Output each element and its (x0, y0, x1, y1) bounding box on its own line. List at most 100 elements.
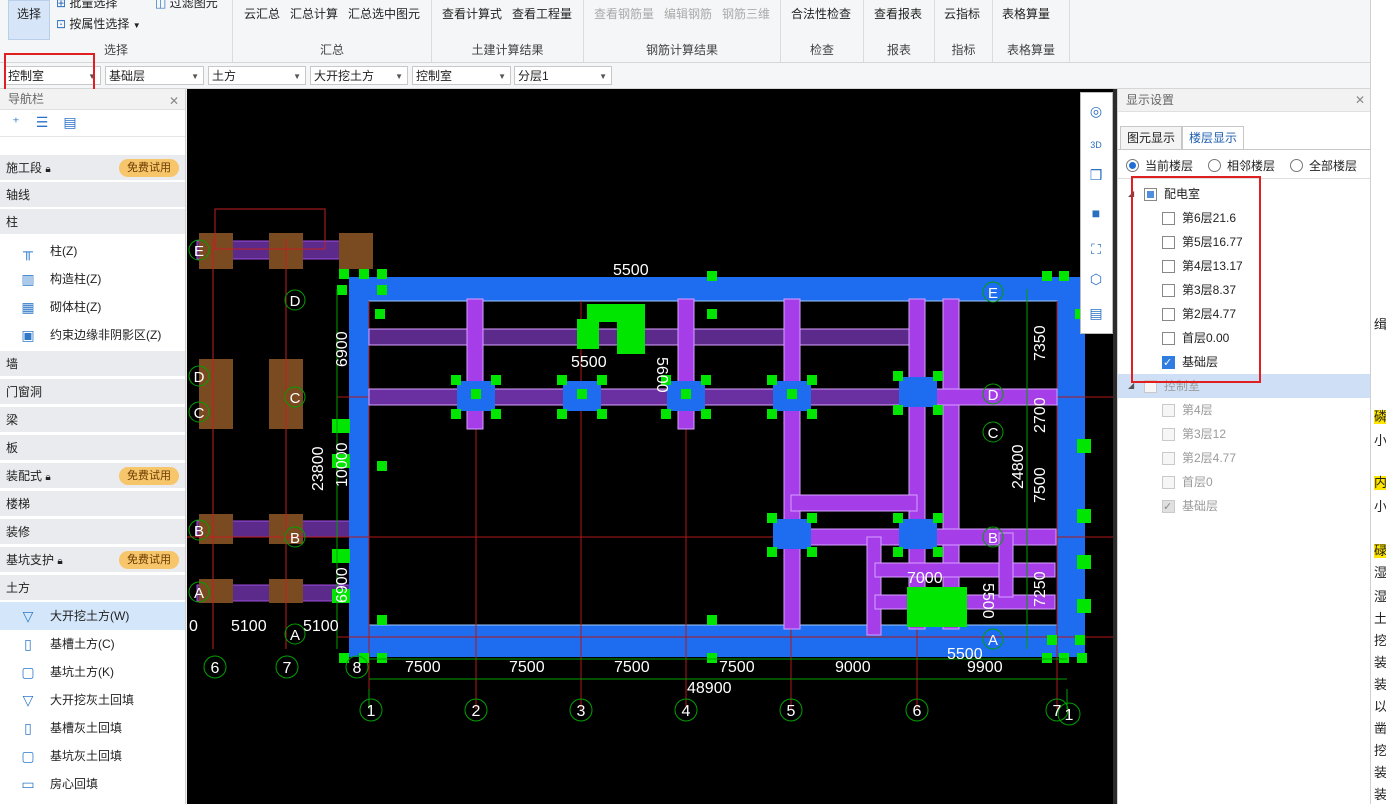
filter-element-button[interactable]: ◫ 过滤图元 (155, 0, 218, 11)
tree-floor-row[interactable]: 基础层 (1118, 494, 1371, 519)
nav-title: 导航栏 ✕ (0, 89, 185, 110)
span-label: 7500 (405, 659, 441, 676)
orbit-icon[interactable]: ◎ (1086, 101, 1106, 121)
left-span-label: 0 (189, 618, 198, 635)
list-icon[interactable]: ☰ (34, 114, 50, 130)
view-report-button[interactable]: 查看报表 (874, 5, 922, 22)
view-rebar-button[interactable]: 查看钢筋量 (594, 5, 654, 22)
tree-floor-row[interactable]: 第3层12 (1118, 422, 1371, 446)
summary-calc-button[interactable]: 汇总计算 (290, 5, 338, 22)
tree-floor-row[interactable]: 首层0 (1118, 470, 1371, 494)
span-label: 9000 (835, 659, 871, 676)
lock-icon: 🔒︎ (45, 164, 51, 175)
nav-item-trench-backfill[interactable]: ▯ 基槽灰土回填 (0, 714, 185, 742)
attribute-select-button[interactable]: ⊡ 按属性选择 ▼ (56, 15, 141, 32)
cloud-summary-button[interactable]: 云汇总 (244, 5, 280, 22)
summary-group-title: 汇总 (319, 43, 344, 57)
summary-selected-button[interactable]: 汇总选中图元 (348, 5, 420, 22)
free-trial-badge[interactable]: 免费试用 (119, 467, 179, 485)
free-trial-badge[interactable]: 免费试用 (119, 551, 179, 569)
category-column[interactable]: 柱 (0, 209, 185, 235)
nav-item-structural-column[interactable]: ▥ 构造柱(Z) (0, 265, 185, 293)
legality-check-button[interactable]: 合法性检查 (791, 5, 851, 22)
category-wall[interactable]: 墙 (0, 351, 185, 377)
axis-label: D (290, 293, 301, 310)
layer-combo[interactable]: 分层1 ▼ (514, 66, 612, 85)
category-decoration[interactable]: 装修 (0, 519, 185, 545)
category-stairs[interactable]: 楼梯 (0, 491, 185, 517)
index-group: 云指标 指标 (935, 0, 993, 62)
cube-view-icon[interactable]: ❒ (1086, 165, 1106, 185)
structural-column-icon: ▥ (21, 271, 35, 287)
nav-item-room-backfill[interactable]: ▭ 房心回填 (0, 770, 185, 798)
nav-item-column[interactable]: ╥ 柱(Z) (0, 237, 185, 265)
solid-cube-icon[interactable]: ■ (1086, 203, 1106, 223)
right-dimension-label: 24800 (1010, 444, 1027, 489)
rebar-3d-button[interactable]: 钢筋三维 (722, 5, 770, 22)
category-combo[interactable]: 土方 ▼ (208, 66, 306, 85)
category-door-window[interactable]: 门窗洞 (0, 379, 185, 405)
left-span-label: 5100 (303, 618, 339, 635)
chevron-down-icon: ▼ (293, 72, 301, 81)
nav-item-excavation-backfill[interactable]: ▽ 大开挖灰土回填 (0, 686, 185, 714)
radio-adjacent-floor[interactable]: 相邻楼层 (1208, 157, 1275, 174)
category-earthwork[interactable]: 土方 (0, 575, 185, 601)
detail-list-icon[interactable]: ▤ (62, 114, 78, 130)
category-slab[interactable]: 板 (0, 435, 185, 461)
category-pit-support[interactable]: 基坑支护 🔒︎ 免费试用 (0, 547, 185, 573)
radio-all-floors[interactable]: 全部楼层 (1290, 157, 1357, 174)
close-icon[interactable]: ✕ (169, 91, 179, 111)
element-type-combo[interactable]: 大开挖土方 ▼ (310, 66, 408, 85)
category-beam[interactable]: 梁 (0, 407, 185, 433)
batch-select-button[interactable]: ⊞ 批量选择 (56, 0, 117, 11)
adjacent-window-edge: 缉 磷 小 内 小 碌 湿 湿 土 挖 装 装 以 凿 挖 装 装 (1370, 0, 1386, 804)
view-formula-button[interactable]: 查看计算式 (442, 5, 502, 22)
axis-label: 1 (367, 703, 376, 720)
edit-rebar-button[interactable]: 编辑钢筋 (664, 5, 712, 22)
add-icon[interactable]: ⁺ (8, 114, 24, 130)
free-trial-badge[interactable]: 免费试用 (119, 159, 179, 177)
cloud-index-button[interactable]: 云指标 (944, 5, 980, 22)
floor-combo[interactable]: 基础层 ▼ (105, 66, 204, 85)
beam-dimension-label: 5500 (571, 354, 607, 371)
nav-item-masonry-column[interactable]: ▦ 砌体柱(Z) (0, 293, 185, 321)
right-dimension-label: 7250 (1032, 571, 1049, 607)
axis-label: B (988, 530, 998, 547)
category-construction-section[interactable]: 施工段 🔒︎ 免费试用 (0, 155, 185, 181)
view-3d-icon[interactable]: 3D (1086, 133, 1106, 153)
drawing-canvas[interactable]: 7500 7500 7500 7500 9000 9900 48900 0 51… (187, 89, 1113, 804)
tree-floor-row[interactable]: 第2层4.77 (1118, 446, 1371, 470)
check-group: 合法性检查 检查 (781, 0, 864, 62)
rebar-group-title: 钢筋计算结果 (645, 43, 718, 57)
axis-label: 7 (1053, 703, 1062, 720)
box-select-icon[interactable]: ⬡ (1086, 269, 1106, 289)
table-quantity-button[interactable]: 表格算量 (1002, 5, 1050, 22)
nav-item-trench-earthwork[interactable]: ▯ 基槽土方(C) (0, 630, 185, 658)
tab-element-display[interactable]: 图元显示 (1120, 126, 1183, 150)
tree-floor-row[interactable]: 第4层 (1118, 398, 1371, 422)
fit-view-icon[interactable]: ⛶ (1086, 239, 1106, 259)
category-axis[interactable]: 轴线 (0, 182, 185, 208)
axis-label: 3 (577, 703, 586, 720)
span-label: 7500 (614, 659, 650, 676)
left-dimension-label: 23800 (310, 446, 327, 491)
nav-item-pit-backfill[interactable]: ▢ 基坑灰土回填 (0, 742, 185, 770)
nav-item-edge-zone[interactable]: ▣ 约束边缘非阴影区(Z) (0, 321, 185, 349)
nav-item-open-excavation[interactable]: ▽ 大开挖土方(W) (0, 602, 185, 630)
tab-floor-display[interactable]: 楼层显示 (1182, 126, 1245, 150)
element-name-combo[interactable]: 控制室 ▼ (412, 66, 511, 85)
right-dimension-label: 2700 (1032, 397, 1049, 433)
chevron-down-icon: ▼ (132, 21, 141, 30)
close-icon[interactable]: ✕ (1355, 89, 1365, 111)
view-quantity-button[interactable]: 查看工程量 (512, 5, 572, 22)
axis-label: 8 (353, 660, 362, 677)
axis-label: B (290, 530, 300, 547)
nav-item-pit-earthwork[interactable]: ▢ 基坑土方(K) (0, 658, 185, 686)
span-label: 7500 (719, 659, 755, 676)
layer-panel-icon[interactable]: ▤ (1086, 303, 1106, 323)
category-prefab[interactable]: 装配式 🔒︎ 免费试用 (0, 463, 185, 489)
radio-current-floor[interactable]: 当前楼层 (1126, 157, 1193, 174)
select-button[interactable]: 选择 (8, 0, 50, 40)
axis-label: A (988, 632, 998, 649)
report-group: 查看报表 报表 (864, 0, 935, 62)
